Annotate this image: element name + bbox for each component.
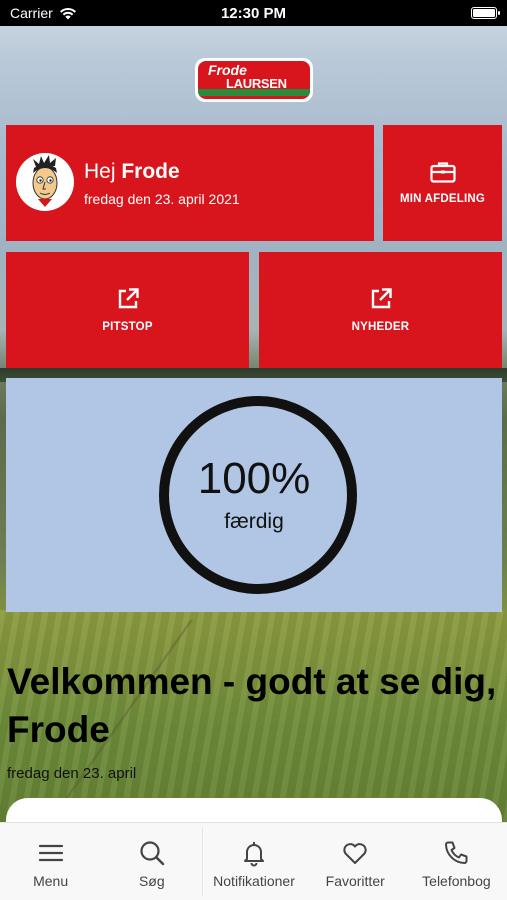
hamburger-menu-icon — [38, 844, 63, 862]
bell-icon — [244, 842, 264, 867]
greeting-text: Hej Frode — [84, 160, 180, 184]
greeting-hello: Hej — [84, 160, 116, 183]
progress-panel: 100% færdig — [6, 378, 502, 612]
logo-text-laursen: LAURSEN — [226, 76, 287, 91]
tab-bar: Menu Søg Notifikationer Favoritter Telef… — [0, 822, 507, 900]
pitstop-label: PITSTOP — [102, 321, 153, 333]
heart-icon — [343, 843, 367, 864]
tab-search[interactable]: Søg — [101, 823, 202, 900]
search-icon — [140, 841, 164, 866]
min-afdeling-tile[interactable]: MIN AFDELING — [383, 125, 502, 241]
min-afdeling-label: MIN AFDELING — [399, 193, 486, 205]
welcome-date: fredag den 23. april — [7, 765, 137, 782]
tab-favorites[interactable]: Favoritter — [305, 823, 406, 900]
tab-notifications-label: Notifikationer — [213, 873, 295, 889]
wifi-icon — [59, 7, 76, 19]
pitstop-tile[interactable]: PITSTOP — [6, 252, 249, 368]
external-link-icon — [371, 288, 392, 309]
tab-notifications[interactable]: Notifikationer — [203, 823, 304, 900]
status-left: Carrier — [10, 5, 77, 21]
tab-search-label: Søg — [138, 873, 165, 889]
tab-phonebook[interactable]: Telefonbog — [406, 823, 507, 900]
phone-icon — [445, 841, 468, 864]
tab-phonebook-label: Telefonbog — [422, 873, 491, 889]
progress-value: 100% — [197, 454, 311, 503]
tab-favorites-label: Favoritter — [325, 873, 385, 889]
external-link-icon — [118, 288, 139, 309]
tab-menu-label: Menu — [33, 873, 69, 889]
frode-laursen-logo: Frode LAURSEN — [195, 58, 313, 102]
nyheder-label: NYHEDER — [351, 321, 410, 333]
battery-icon — [471, 7, 500, 19]
carrier-label: Carrier — [10, 5, 53, 21]
nyheder-tile[interactable]: NYHEDER — [259, 252, 502, 368]
status-bar: Carrier 12:30 PM — [0, 0, 507, 26]
tab-menu[interactable]: Menu — [0, 823, 101, 900]
progress-label: færdig — [224, 510, 284, 533]
briefcase-icon — [429, 162, 456, 183]
greeting-name: Frode — [121, 160, 180, 183]
avatar[interactable] — [16, 153, 74, 211]
greeting-date: fredag den 23. april 2021 — [84, 191, 240, 207]
cartoon-face-icon — [32, 155, 58, 207]
welcome-title: Velkommen - godt at se dig, Frode — [7, 661, 497, 750]
